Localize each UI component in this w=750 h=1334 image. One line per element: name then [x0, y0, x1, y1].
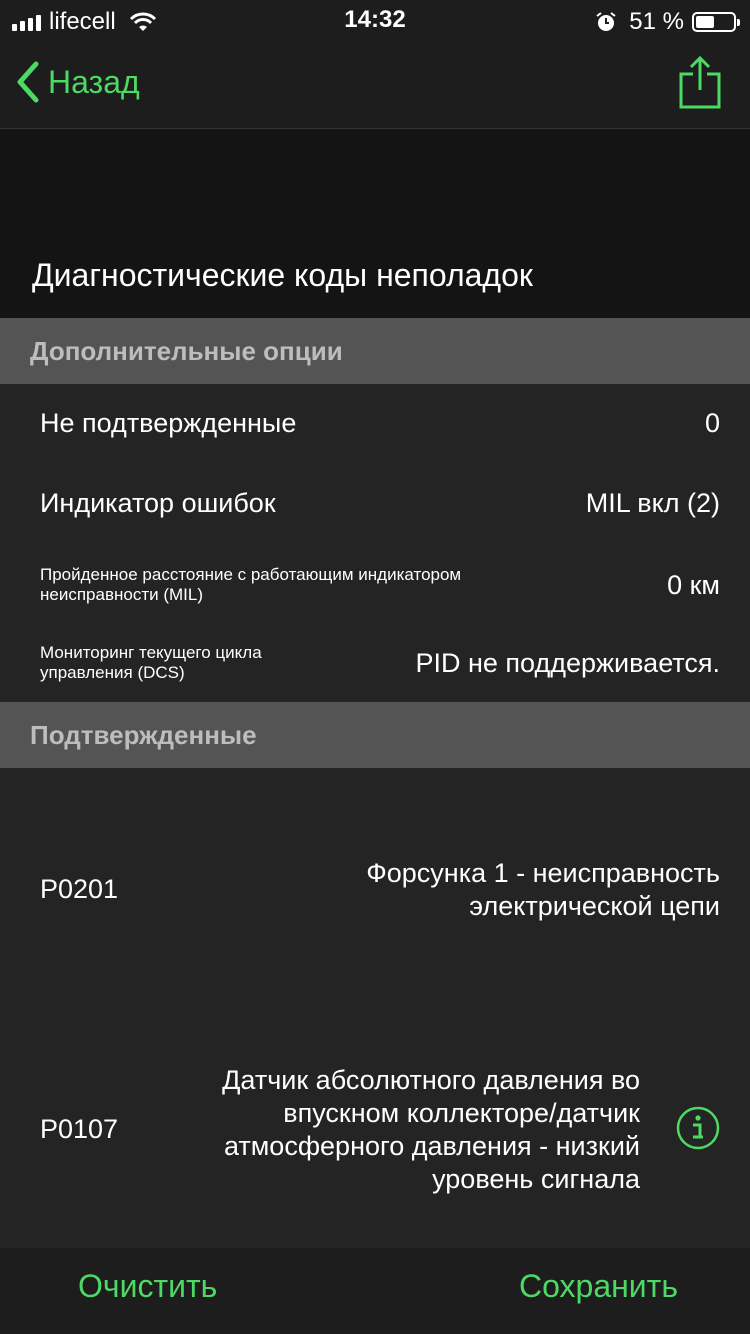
row-label: Пройденное расстояние с работающим индик… [40, 565, 462, 604]
battery-fill [696, 16, 714, 28]
row-label: Мониторинг текущего цикла управления (DC… [40, 643, 262, 682]
dtc-description: Форсунка 1 - неисправность электрической… [366, 858, 720, 921]
page-title: Диагностические коды неполадок [32, 257, 533, 293]
chevron-left-icon [17, 61, 39, 103]
back-label: Назад [48, 63, 140, 100]
row-dcs-monitoring: Мониторинг текущего цикла управления (DC… [40, 640, 720, 686]
row-mil-indicator: Индикатор ошибок MIL вкл (2) [40, 480, 720, 526]
dtc-code: P0107 [40, 1114, 119, 1144]
row-mil-distance: Пройденное расстояние с работающим индик… [40, 562, 720, 608]
row-unconfirmed: Не подтвержденные 0 [40, 400, 720, 446]
navigation-bar: Назад [0, 40, 750, 129]
battery-icon [692, 12, 740, 32]
back-button[interactable]: Назад [14, 60, 140, 104]
info-icon[interactable] [676, 1106, 720, 1150]
dtc-description: Датчик абсолютного давления во впускном … [222, 1065, 640, 1194]
status-right: 51 % [595, 8, 740, 36]
share-icon[interactable] [678, 56, 722, 110]
row-label: Не подтвержденные [40, 407, 297, 438]
row-value: PID не поддерживается. [415, 647, 720, 678]
alarm-icon [596, 12, 616, 31]
title-area: Диагностические коды неполадок [0, 129, 750, 318]
section-header-confirmed: Подтвержденные [0, 702, 750, 768]
row-label: Индикатор ошибок [40, 487, 276, 518]
row-value: MIL вкл (2) [585, 487, 720, 518]
bottom-toolbar: Очистить Сохранить [0, 1248, 750, 1334]
row-value: 0 [704, 407, 720, 438]
clear-button[interactable]: Очистить [78, 1268, 217, 1305]
battery-percent: 51 % [629, 8, 684, 35]
save-button[interactable]: Сохранить [519, 1268, 678, 1305]
dtc-code: P0201 [40, 874, 119, 904]
section-header-options: Дополнительные опции [0, 318, 750, 384]
status-bar: lifecell 14:32 51 % [0, 0, 750, 40]
battery-nub [737, 19, 740, 26]
row-value: 0 км [667, 569, 720, 600]
